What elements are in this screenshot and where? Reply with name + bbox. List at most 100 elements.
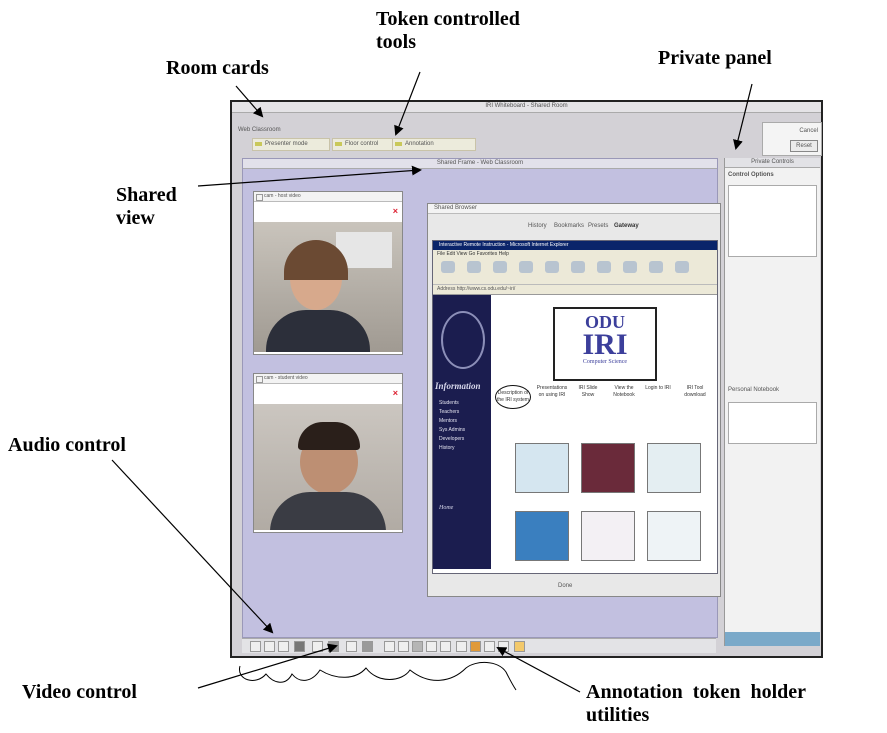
label-token-tools-1: Token controlled: [376, 8, 520, 30]
thumbnail[interactable]: [515, 443, 569, 493]
link-item[interactable]: IRI Slide Show: [573, 385, 603, 399]
notebook-list[interactable]: [728, 402, 817, 444]
label-private-panel: Private panel: [658, 47, 772, 69]
video2-feed: [254, 404, 402, 530]
thumbnail[interactable]: [647, 511, 701, 561]
thumbnail[interactable]: [581, 511, 635, 561]
close-icon[interactable]: ×: [393, 388, 398, 398]
label-annotation-2: utilities: [586, 704, 650, 726]
eraser-icon[interactable]: [264, 641, 275, 652]
ie-browser[interactable]: Interactive Remote Instruction - Microso…: [432, 240, 718, 574]
rectangle-icon[interactable]: [412, 641, 423, 652]
link-item[interactable]: IRI Tool download: [677, 385, 713, 399]
link-row: Description of the IRI system Presentati…: [495, 385, 717, 419]
back-icon[interactable]: [441, 261, 455, 273]
circle-icon[interactable]: [398, 641, 409, 652]
browser-tab[interactable]: Bookmarks: [554, 222, 584, 230]
shared-title: Shared Frame - Web Classroom: [243, 159, 717, 169]
forward-icon[interactable]: [467, 261, 481, 273]
home-icon[interactable]: [545, 261, 559, 273]
browser-tab[interactable]: History: [528, 222, 547, 230]
site-sidebar: Information Students Teachers Mentors Sy…: [433, 295, 491, 569]
sidebar-home[interactable]: Home: [439, 505, 453, 511]
refresh-icon[interactable]: [519, 261, 533, 273]
token-icon[interactable]: [514, 641, 525, 652]
video-window-2[interactable]: cam - student video ×: [253, 373, 403, 533]
room-card-label[interactable]: Web Classroom: [238, 126, 281, 134]
browser-tab[interactable]: Presets: [588, 222, 608, 230]
private-title: Private Controls: [725, 158, 820, 168]
private-panel[interactable]: Private Controls Control Options Persona…: [724, 158, 820, 646]
window-title: IRI Whiteboard - Shared Room: [232, 102, 821, 113]
shared-browser-window[interactable]: Shared Browser History Bookmarks Presets…: [427, 203, 721, 597]
stop-icon[interactable]: [493, 261, 507, 273]
line-icon[interactable]: [384, 641, 395, 652]
sidebar-item[interactable]: Mentors: [439, 417, 465, 426]
shared-view[interactable]: Shared Frame - Web Classroom cam - host …: [242, 158, 721, 638]
history-icon[interactable]: [623, 261, 637, 273]
label-shared-view-1: Shared: [116, 184, 177, 206]
video1-title: cam - host video: [254, 192, 402, 202]
video-control-icon[interactable]: [294, 641, 305, 652]
undo-icon[interactable]: [484, 641, 495, 652]
label-video-control: Video control: [22, 681, 137, 703]
browser-status: Done: [558, 583, 573, 589]
ie-title-bar: Interactive Remote Instruction - Microso…: [433, 241, 717, 250]
video-play-icon[interactable]: [312, 641, 323, 652]
label-token-tools-2: tools: [376, 31, 416, 53]
app-window: IRI Whiteboard - Shared Room Web Classro…: [230, 100, 823, 658]
link-item[interactable]: Login to IRI: [645, 385, 671, 392]
ie-toolbar[interactable]: [433, 258, 717, 285]
annotation-toolbar[interactable]: [242, 638, 716, 653]
sidebar-item[interactable]: Teachers: [439, 408, 465, 417]
pencil-icon[interactable]: [250, 641, 261, 652]
label-room-cards: Room cards: [166, 57, 269, 79]
volume-icon[interactable]: [362, 641, 373, 652]
sidebar-item[interactable]: Students: [439, 399, 465, 408]
close-icon[interactable]: ×: [393, 206, 398, 216]
color-icon[interactable]: [470, 641, 481, 652]
panel-status-bar: [725, 632, 820, 646]
control-grouping-bracket: [239, 662, 517, 691]
thumbnail[interactable]: [647, 443, 701, 493]
sidebar-item[interactable]: Developers: [439, 435, 465, 444]
mail-icon[interactable]: [649, 261, 663, 273]
search-icon[interactable]: [571, 261, 585, 273]
camera-icon[interactable]: [328, 641, 339, 652]
logo-main: IRI: [582, 328, 628, 361]
edit-icon[interactable]: [675, 261, 689, 273]
recorder-label: Personal Notebook: [728, 387, 780, 393]
favorites-icon[interactable]: [597, 261, 611, 273]
sidebar-item[interactable]: History: [439, 444, 465, 453]
thumbnail[interactable]: [515, 511, 569, 561]
logo-sub: Computer Science: [582, 359, 628, 365]
link-item[interactable]: Presentations on using IRI: [535, 385, 569, 399]
image-icon[interactable]: [456, 641, 467, 652]
redo-icon[interactable]: [498, 641, 509, 652]
private-top-box: Cancel Reset: [762, 122, 822, 156]
browser-tab[interactable]: Gateway: [614, 222, 639, 230]
video2-title: cam - student video: [254, 374, 402, 384]
tool-annotation-button[interactable]: Annotation: [392, 138, 476, 151]
sidebar-item[interactable]: Sys Admins: [439, 426, 465, 435]
ie-menu-bar[interactable]: File Edit View Go Favorites Help: [433, 250, 717, 258]
video-window-1[interactable]: cam - host video ×: [253, 191, 403, 355]
sidebar-menu: Students Teachers Mentors Sys Admins Dev…: [439, 399, 465, 453]
ie-address-bar[interactable]: Address http://www.cs.odu.edu/~iri/: [433, 285, 717, 295]
plus-icon[interactable]: [278, 641, 289, 652]
tool-floor-button[interactable]: Floor control: [332, 138, 396, 151]
reset-button[interactable]: Reset: [790, 140, 818, 152]
label-shared-view-2: view: [116, 207, 155, 229]
pen-icon[interactable]: [426, 641, 437, 652]
link-item[interactable]: Description of the IRI system: [495, 385, 531, 409]
audio-icon[interactable]: [346, 641, 357, 652]
link-item[interactable]: View the Notebook: [609, 385, 639, 399]
label-audio-control: Audio control: [8, 434, 126, 456]
control-options-table[interactable]: [728, 185, 817, 257]
text-icon[interactable]: [440, 641, 451, 652]
browser-tabs: History Bookmarks Presets Gateway: [528, 222, 678, 232]
tool-presenter-button[interactable]: Presenter mode: [252, 138, 330, 151]
cancel-label[interactable]: Cancel: [799, 127, 818, 135]
browser-window-title: Shared Browser: [428, 204, 720, 214]
thumbnail[interactable]: [581, 443, 635, 493]
